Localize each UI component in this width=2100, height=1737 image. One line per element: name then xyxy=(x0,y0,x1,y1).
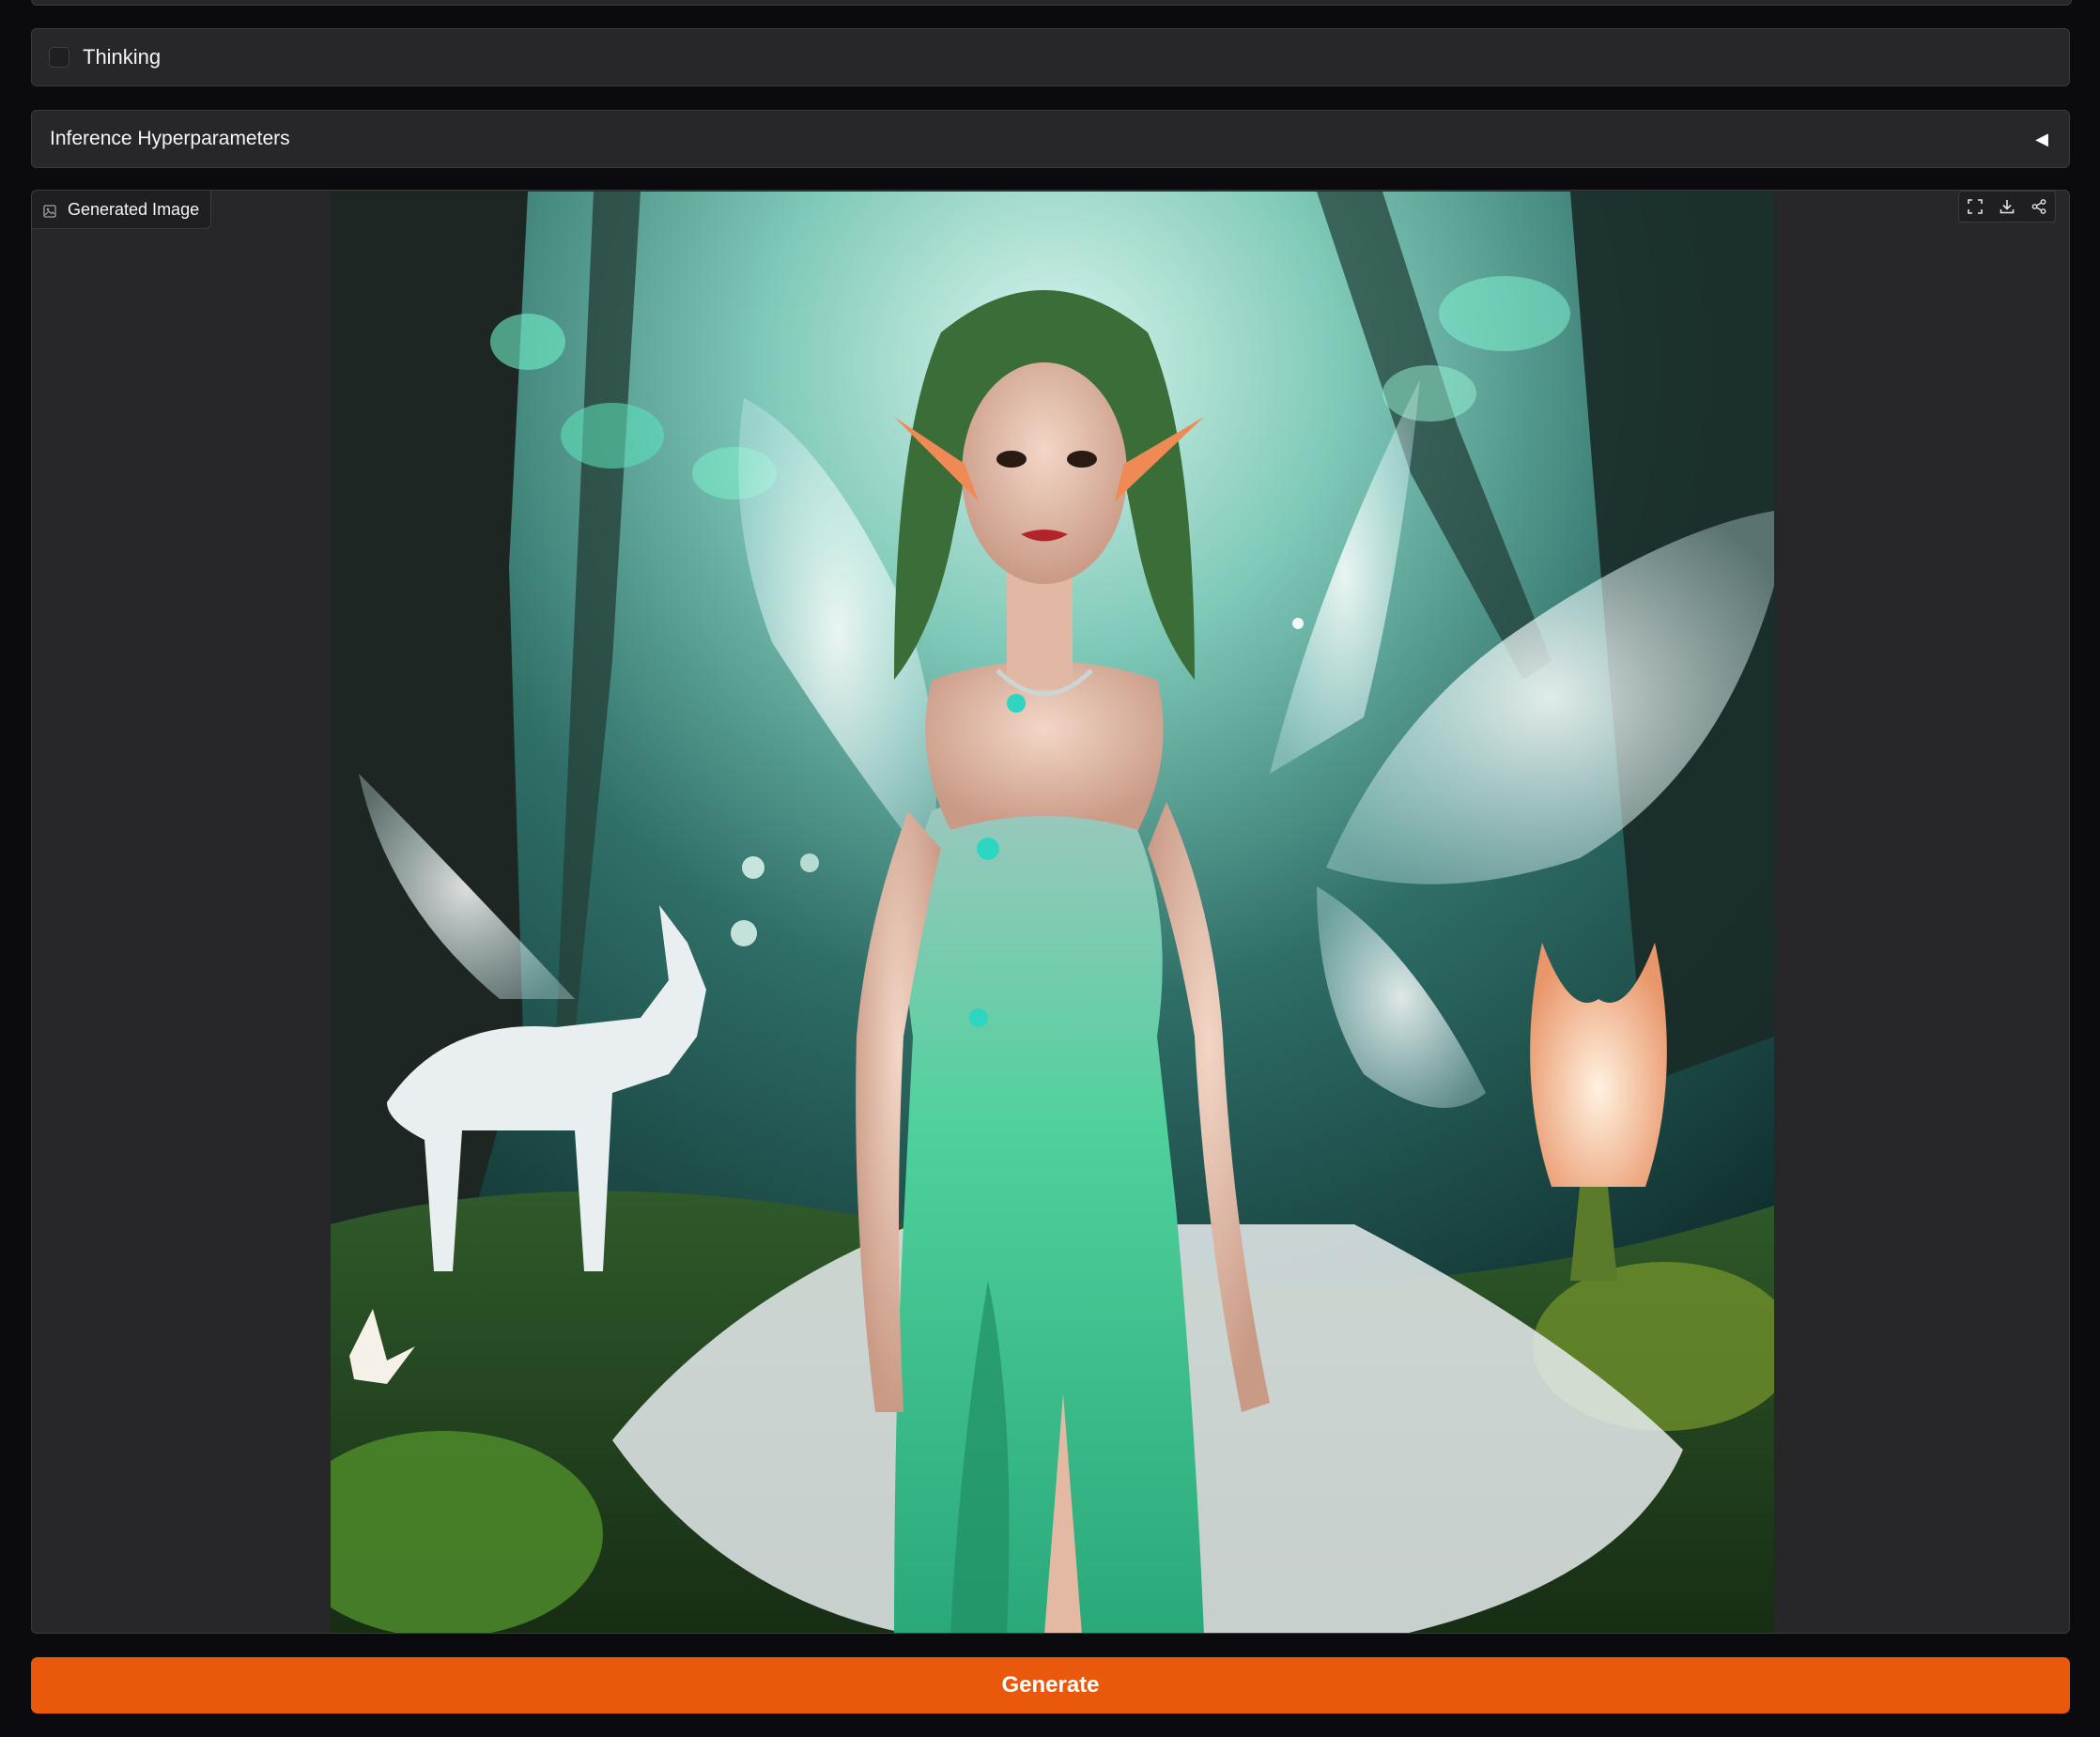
previous-panel-edge xyxy=(31,0,2072,6)
generated-image xyxy=(331,192,1774,1633)
app-page: Thinking Inference Hyperparameters ◀ Gen… xyxy=(0,0,2100,1737)
inference-hyperparameters-accordion[interactable]: Inference Hyperparameters ◀ xyxy=(31,110,2070,168)
fullscreen-button[interactable] xyxy=(1959,192,1991,222)
image-output-label-text: Generated Image xyxy=(68,199,200,219)
generated-image-panel: Generated Image xyxy=(31,190,2070,1634)
image-icon xyxy=(43,203,56,218)
image-toolbar xyxy=(1958,191,2056,223)
download-icon xyxy=(2000,200,2015,214)
thinking-checkbox[interactable] xyxy=(49,47,69,68)
accordion-title[interactable]: Inference Hyperparameters xyxy=(50,128,290,150)
thinking-label[interactable]: Thinking xyxy=(83,45,161,69)
download-button[interactable] xyxy=(1991,192,2023,222)
share-button[interactable] xyxy=(2023,192,2055,222)
collapse-arrow-icon[interactable]: ◀ xyxy=(2035,130,2048,149)
thinking-option-row[interactable]: Thinking xyxy=(31,28,2070,86)
share-icon xyxy=(2031,199,2046,214)
fullscreen-icon xyxy=(1968,199,1983,214)
image-output-label: Generated Image xyxy=(32,191,212,229)
generate-button[interactable]: Generate xyxy=(31,1657,2070,1714)
